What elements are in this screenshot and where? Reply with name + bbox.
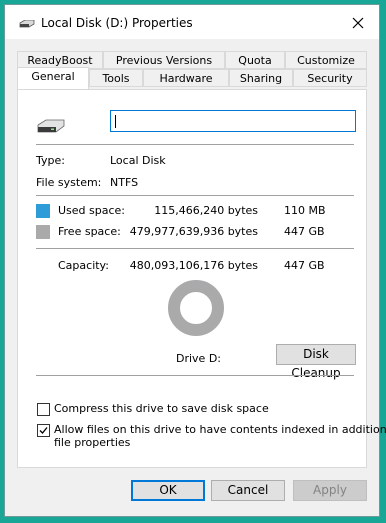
cancel-button[interactable]: Cancel (211, 480, 285, 501)
title-bar: Local Disk (D:) Properties (5, 5, 379, 39)
tab-sharing[interactable]: Sharing (229, 69, 293, 87)
separator (36, 144, 354, 145)
free-space-ring (168, 280, 224, 336)
used-space-size: 110 MB (284, 204, 326, 217)
drive-label-input[interactable] (110, 110, 356, 132)
apply-button[interactable]: Apply (293, 480, 367, 501)
check-icon (39, 427, 48, 434)
compress-label: Compress this drive to save disk space (54, 402, 269, 415)
separator (36, 195, 354, 196)
free-space-bytes: 479,977,639,936 bytes (129, 225, 258, 238)
ok-button[interactable]: OK (131, 480, 205, 501)
tab-security[interactable]: Security (293, 69, 367, 87)
close-icon[interactable] (347, 12, 369, 34)
tab-quota[interactable]: Quota (225, 51, 285, 69)
drive-caption: Drive D: (176, 352, 221, 365)
used-space-label: Used space: (58, 204, 126, 217)
type-value: Local Disk (110, 154, 166, 167)
drive-icon (19, 20, 35, 28)
free-space-size: 447 GB (284, 225, 325, 238)
file-system-label: File system: (36, 176, 102, 189)
free-space-swatch (36, 225, 50, 239)
index-label-line1: Allow files on this drive to have conten… (54, 423, 386, 436)
used-space-swatch (36, 204, 50, 218)
disk-cleanup-button[interactable]: Disk Cleanup (276, 344, 356, 380)
text-caret (115, 115, 116, 128)
compress-checkbox[interactable] (37, 403, 50, 416)
type-label: Type: (36, 154, 65, 167)
properties-window: Local Disk (D:) Properties ReadyBoost Pr… (4, 4, 386, 517)
tab-hardware[interactable]: Hardware (143, 69, 229, 87)
general-panel: Type: Local Disk File system: NTFS Used … (17, 89, 386, 468)
used-space-bytes: 115,466,240 bytes (154, 204, 258, 217)
index-checkbox[interactable] (37, 424, 50, 437)
disk-usage-ring (168, 280, 224, 336)
window-title: Local Disk (D:) Properties (41, 16, 193, 30)
tab-previous-versions[interactable]: Previous Versions (103, 51, 225, 69)
capacity-bytes: 480,093,106,176 bytes (129, 259, 258, 272)
drive-icon (37, 119, 65, 133)
separator (36, 248, 354, 249)
capacity-label: Capacity: (58, 259, 109, 272)
free-space-label: Free space: (58, 225, 121, 238)
separator (36, 375, 354, 376)
file-system-value: NTFS (110, 176, 139, 189)
tab-tools[interactable]: Tools (89, 69, 143, 87)
tab-customize[interactable]: Customize (285, 51, 367, 69)
capacity-size: 447 GB (284, 259, 325, 272)
index-label-line2: file properties (54, 436, 131, 449)
tab-general[interactable]: General (17, 67, 89, 89)
